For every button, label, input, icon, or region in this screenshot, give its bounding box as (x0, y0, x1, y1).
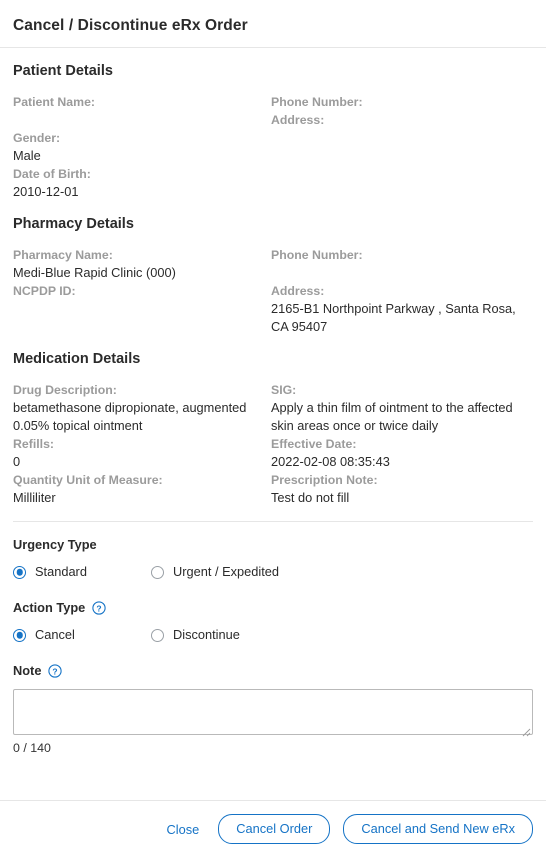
prescription-note-value: Test do not fill (271, 490, 350, 505)
action-type-section: Action Type ? Cancel Discontinue (13, 585, 533, 644)
action-type-label: Action Type ? (13, 599, 533, 617)
note-label: Note ? (13, 662, 533, 680)
pharmacy-spacer (271, 264, 533, 282)
ncpdp-id-label: NCPDP ID: (13, 284, 76, 298)
svg-text:?: ? (53, 666, 58, 676)
action-type-label-text: Action Type (13, 600, 86, 615)
cancel-order-button[interactable]: Cancel Order (218, 814, 331, 844)
medication-details-section: Medication Details Drug Description: bet… (13, 336, 533, 507)
medication-details-heading: Medication Details (13, 351, 141, 367)
help-circle-icon[interactable]: ? (92, 601, 106, 615)
medication-details-columns: Drug Description: betamethasone dipropio… (13, 381, 533, 507)
radio-action-cancel-mark[interactable] (13, 628, 26, 642)
pharmacy-details-section: Pharmacy Details Pharmacy Name: Medi-Blu… (13, 201, 533, 336)
modal-footer: Close Cancel Order Cancel and Send New e… (0, 801, 546, 860)
drug-description-value: betamethasone dipropionate, augmented 0.… (13, 400, 250, 433)
radio-urgency-standard[interactable]: Standard (13, 563, 151, 581)
urgency-type-section: Urgency Type Standard Urgent / Expedited (13, 522, 533, 581)
refills-value: 0 (13, 454, 21, 469)
pharmacy-name-label: Pharmacy Name: (13, 248, 113, 262)
radio-action-discontinue[interactable]: Discontinue (151, 626, 240, 644)
pharmacy-name-value: Medi-Blue Rapid Clinic (000) (13, 265, 176, 280)
modal-body: Patient Details Patient Name: Gender: Ma… (0, 48, 546, 800)
patient-details-heading: Patient Details (13, 63, 113, 79)
pharmacy-details-left-column: Pharmacy Name: Medi-Blue Rapid Clinic (0… (13, 246, 271, 300)
medication-details-right-column: SIG: Apply a thin film of ointment to th… (271, 381, 533, 507)
pharmacy-address-label: Address: (271, 284, 325, 298)
radio-urgency-standard-mark[interactable] (13, 565, 26, 579)
pharmacy-phone-number-label: Phone Number: (271, 248, 363, 262)
patient-phone-number-label: Phone Number: (271, 95, 363, 109)
close-button[interactable]: Close (161, 818, 206, 841)
urgency-type-label-text: Urgency Type (13, 537, 97, 552)
drug-description-label: Drug Description: (13, 383, 117, 397)
pharmacy-details-right-column: Phone Number: Address: 2165-B1 Northpoin… (271, 246, 533, 336)
note-textarea-wrapper (13, 689, 533, 737)
svg-text:?: ? (97, 603, 102, 613)
gender-value: Male (13, 148, 41, 163)
radio-action-cancel[interactable]: Cancel (13, 626, 151, 644)
medication-details-left-column: Drug Description: betamethasone dipropio… (13, 381, 271, 507)
gender-label: Gender: (13, 131, 61, 145)
page-title: Cancel / Discontinue eRx Order (13, 17, 248, 34)
patient-details-section: Patient Details Patient Name: Gender: Ma… (13, 48, 533, 201)
pre-form-spacer (13, 507, 533, 521)
urgency-type-label: Urgency Type (13, 536, 533, 554)
date-of-birth-value: 2010-12-01 (13, 184, 79, 199)
pharmacy-details-heading: Pharmacy Details (13, 216, 134, 232)
radio-action-discontinue-label: Discontinue (173, 627, 240, 642)
help-circle-icon[interactable]: ? (48, 664, 63, 678)
patient-details-right-column: Phone Number: Address: (271, 93, 533, 129)
effective-date-label: Effective Date: (271, 437, 357, 451)
urgency-type-radio-group: Standard Urgent / Expedited (13, 563, 533, 581)
date-of-birth-label: Date of Birth: (13, 167, 91, 181)
note-input[interactable] (13, 689, 533, 735)
effective-date-value: 2022-02-08 08:35:43 (271, 454, 390, 469)
patient-details-left-column: Patient Name: Gender: Male Date of Birth… (13, 93, 271, 201)
cancel-and-send-new-erx-button[interactable]: Cancel and Send New eRx (343, 814, 533, 844)
cancel-discontinue-erx-modal: Cancel / Discontinue eRx Order Patient D… (0, 0, 546, 860)
patient-address-label: Address: (271, 113, 325, 127)
note-label-text: Note (13, 663, 42, 678)
pharmacy-details-columns: Pharmacy Name: Medi-Blue Rapid Clinic (0… (13, 246, 533, 336)
quantity-unit-of-measure-label: Quantity Unit of Measure: (13, 473, 163, 487)
note-section: Note ? 0 / 140 (13, 648, 533, 756)
quantity-unit-of-measure-value: Milliliter (13, 490, 56, 505)
patient-spacer (13, 111, 271, 129)
radio-action-cancel-label: Cancel (35, 627, 75, 642)
radio-urgency-urgent-expedited-mark[interactable] (151, 565, 164, 579)
refills-label: Refills: (13, 437, 54, 451)
radio-urgency-urgent-expedited[interactable]: Urgent / Expedited (151, 563, 279, 581)
radio-urgency-standard-label: Standard (35, 564, 87, 579)
patient-details-columns: Patient Name: Gender: Male Date of Birth… (13, 93, 533, 201)
sig-label: SIG: (271, 383, 297, 397)
note-character-counter: 0 / 140 (13, 741, 51, 755)
prescription-note-label: Prescription Note: (271, 473, 378, 487)
pharmacy-address-value: 2165-B1 Northpoint Parkway , Santa Rosa,… (271, 301, 520, 334)
sig-value: Apply a thin film of ointment to the aff… (271, 400, 517, 433)
patient-name-label: Patient Name: (13, 95, 96, 109)
modal-header: Cancel / Discontinue eRx Order (0, 0, 546, 47)
action-type-radio-group: Cancel Discontinue (13, 626, 533, 644)
radio-urgency-urgent-expedited-label: Urgent / Expedited (173, 564, 279, 579)
radio-action-discontinue-mark[interactable] (151, 628, 164, 642)
